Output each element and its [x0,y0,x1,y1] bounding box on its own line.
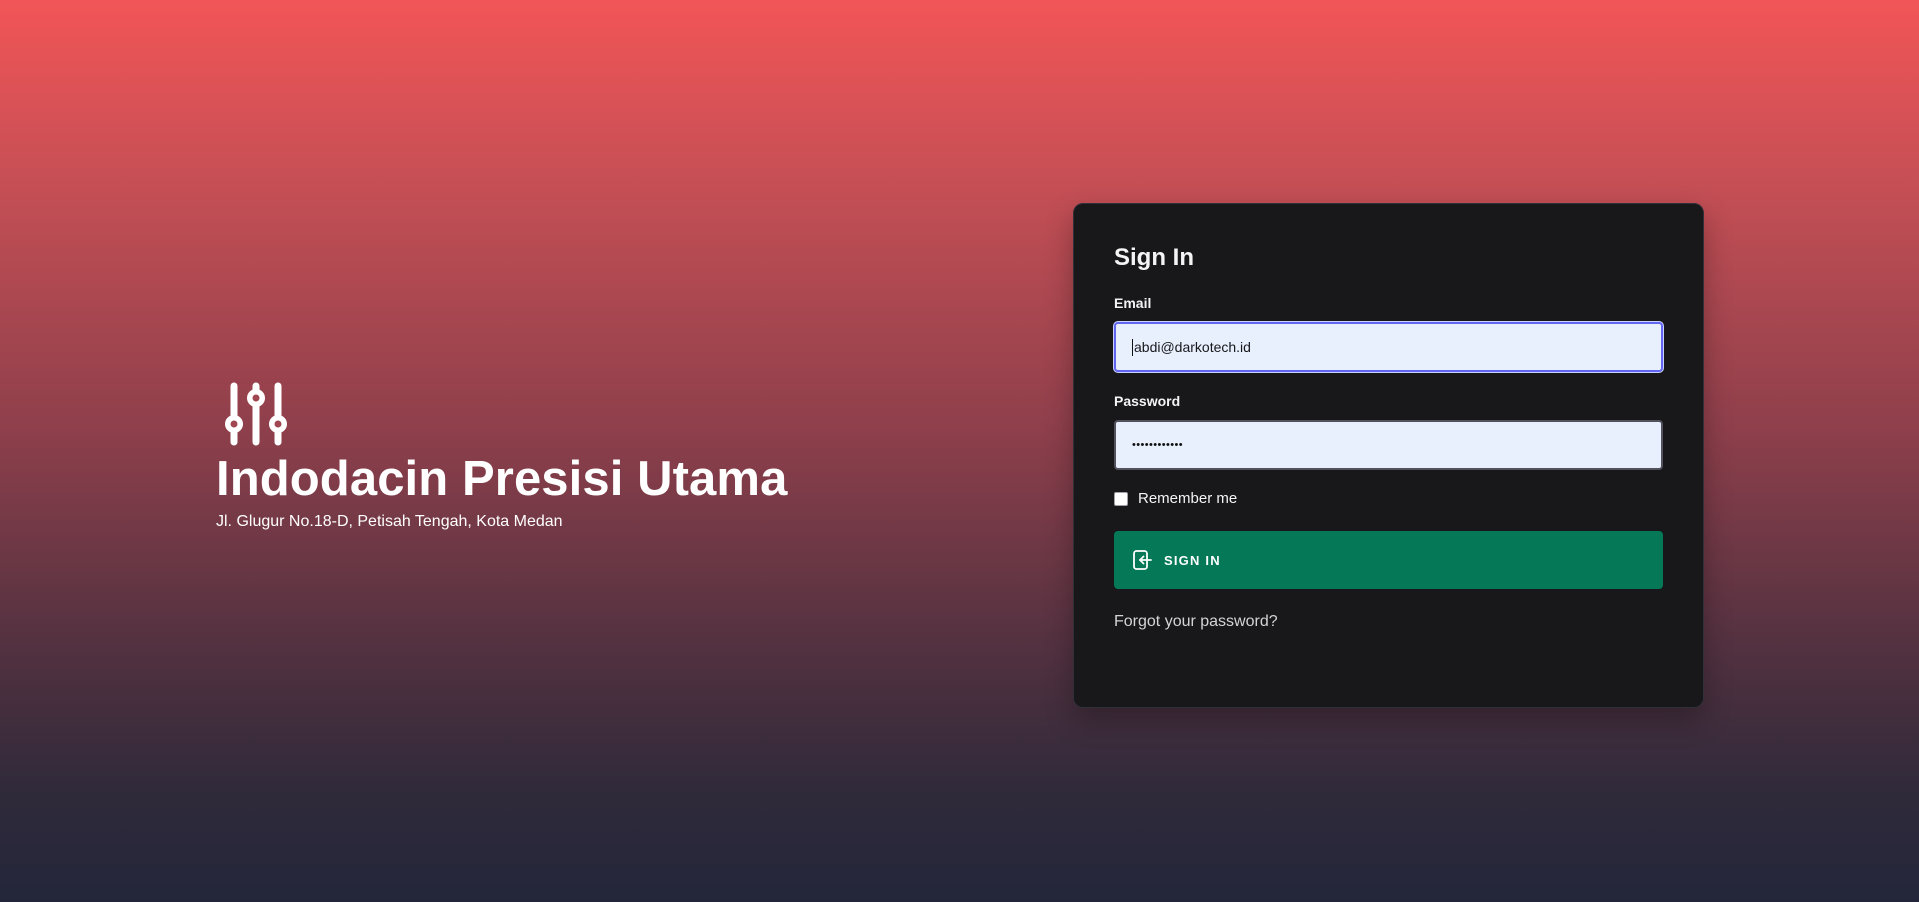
brand-section: Indodacin Presisi Utama Jl. Glugur No.18… [216,380,836,532]
adjustments-sliders-icon [225,382,287,446]
company-address: Jl. Glugur No.18-D, Petisah Tengah, Kota… [216,513,563,530]
email-field[interactable]: abdi@darkotech.id [1114,322,1663,372]
sign-in-card: Sign In Email abdi@darkotech.id Password… [1073,203,1704,708]
text-caret [1132,338,1133,356]
password-label: Password [1114,393,1181,409]
sign-in-button-label: SIGN IN [1164,552,1221,568]
remember-me-row[interactable]: Remember me [1114,490,1663,507]
sign-in-button[interactable]: SIGN IN [1114,531,1663,589]
password-masked-value: •••••••••••• [1132,439,1184,451]
login-icon [1133,550,1152,570]
remember-me-label[interactable]: Remember me [1138,490,1237,507]
sign-in-heading: Sign In [1114,244,1194,271]
forgot-password-link[interactable]: Forgot your password? [1114,612,1278,632]
email-label: Email [1114,295,1152,311]
email-value: abdi@darkotech.id [1134,339,1251,355]
company-name: Indodacin Presisi Utama [216,452,788,506]
password-field[interactable]: •••••••••••• [1114,420,1663,470]
remember-me-checkbox[interactable] [1114,491,1128,506]
